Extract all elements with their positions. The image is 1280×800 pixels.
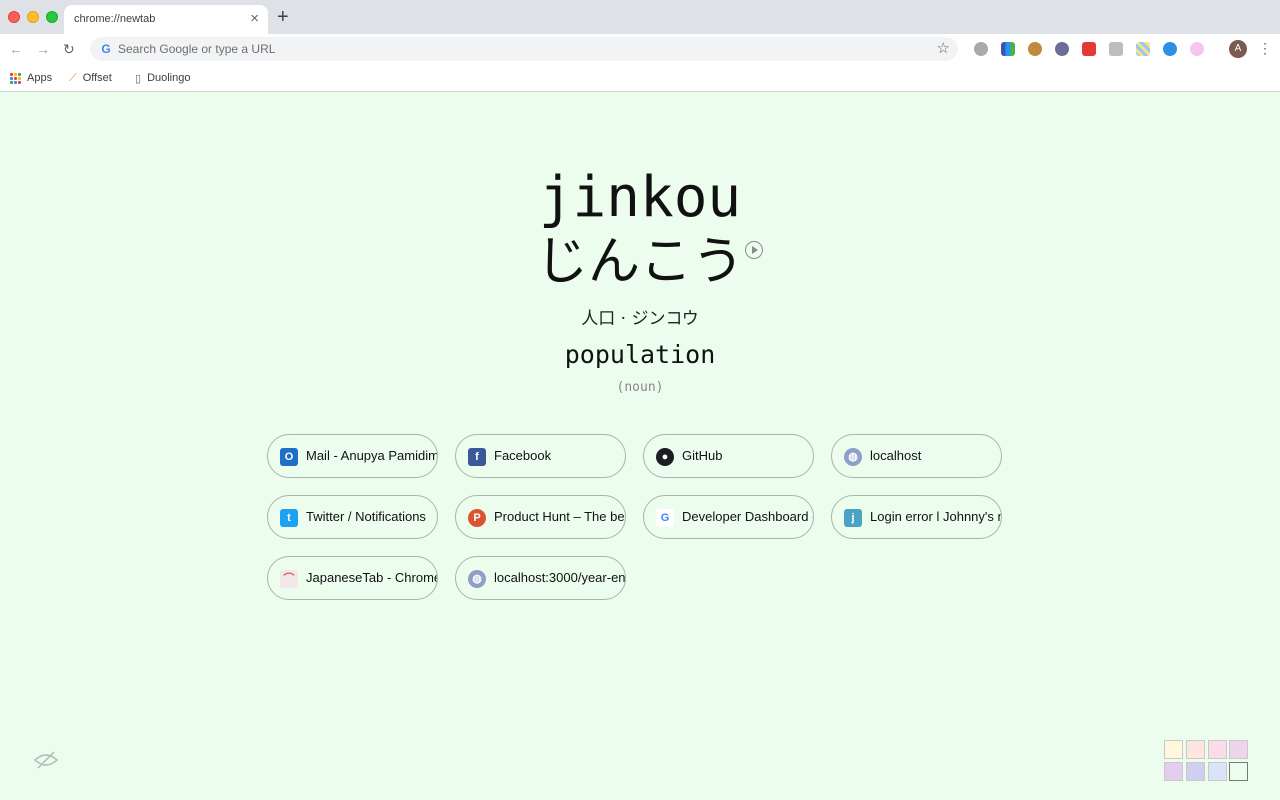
shortcut-label: Facebook [494, 448, 552, 463]
shortcut-label: Product Hunt – The best new products [494, 509, 625, 524]
active-tab[interactable]: chrome://newtab × [64, 5, 268, 34]
shortcut-label: localhost:3000/year-end-review [494, 570, 626, 585]
google-icon: G [656, 509, 674, 527]
tab-title: chrome://newtab [74, 13, 156, 25]
shortcut-tile[interactable]: G Developer Dashboard - Chrome [643, 495, 814, 539]
shortcut-label: GitHub [682, 448, 723, 463]
window-minimize-button[interactable] [27, 11, 39, 23]
word-kana: じんこう [535, 232, 744, 292]
twitter-icon: t [280, 509, 298, 527]
color-swatch[interactable] [1186, 740, 1205, 759]
extension-circle-icon[interactable] [1190, 42, 1204, 56]
word-meaning: population [564, 340, 716, 369]
extension-grid-icon[interactable] [1136, 42, 1150, 56]
shortcut-tile[interactable]: t Twitter / Notifications [267, 495, 438, 539]
color-swatch[interactable] [1186, 762, 1205, 781]
shortcut-tile[interactable]: ⌒ JapaneseTab - Chrome Web Store [267, 556, 438, 600]
bookmark-apps[interactable]: Apps [10, 70, 52, 86]
producthunt-icon: P [468, 509, 486, 527]
bookmark-label: Apps [27, 72, 53, 84]
play-audio-icon[interactable] [745, 241, 763, 259]
shortcut-tile[interactable]: ◍ localhost:3000/year-end-review [455, 556, 626, 600]
tab-strip: chrome://newtab × + [0, 0, 1280, 34]
color-swatch[interactable] [1164, 740, 1183, 759]
word-kanji-katakana: 人口 · ジンコウ [581, 309, 699, 329]
shortcut-tile[interactable]: ◍ localhost [831, 434, 1002, 478]
color-swatch-selected[interactable] [1229, 762, 1248, 781]
new-tab-icon[interactable]: + [277, 7, 289, 27]
tab-close-icon[interactable]: × [250, 11, 259, 26]
color-swatch[interactable] [1208, 762, 1227, 781]
extension-cookie-icon[interactable] [1028, 42, 1042, 56]
shortcut-label: Twitter / Notifications [306, 509, 426, 524]
word-part-of-speech: (noun) [616, 380, 664, 395]
bookmark-label: Offset [82, 72, 112, 84]
reload-icon[interactable]: ↻ [63, 39, 75, 59]
shortcut-tile[interactable]: P Product Hunt – The best new products [455, 495, 626, 539]
shortcut-tile[interactable]: j Login error l Johnny's notes [831, 495, 1002, 539]
omnibox[interactable]: G ☆ [90, 37, 958, 61]
shortcut-label: JapaneseTab - Chrome Web Store [306, 570, 438, 585]
color-swatch[interactable] [1164, 762, 1183, 781]
shortcut-tile[interactable]: f Facebook [455, 434, 626, 478]
bookmark-offset[interactable]: ⟋ Offset [69, 70, 112, 86]
bookmarks-bar: Apps ⟋ Offset ▯ Duolingo [0, 64, 1280, 92]
window-close-button[interactable] [8, 11, 20, 23]
profile-avatar[interactable]: A [1229, 40, 1247, 58]
extension-network-icon[interactable] [1163, 42, 1177, 56]
forward-arrow-icon[interactable]: → [36, 39, 50, 59]
shortcut-label: Mail - Anupya Pamidimukkala [306, 448, 438, 463]
outlook-icon: O [280, 448, 298, 466]
page-icon: ▯ [135, 72, 142, 85]
browser-toolbar: ← → ↻ G ☆ A ⋮ [0, 34, 1280, 64]
window-maximize-button[interactable] [46, 11, 58, 23]
extension-cbx-icon[interactable] [1109, 42, 1123, 56]
google-icon: G [101, 42, 111, 56]
rainbow-icon: ⌒ [280, 570, 298, 588]
address-input[interactable] [118, 41, 918, 57]
extension-todoist-icon[interactable] [1082, 42, 1096, 56]
apps-grid-icon [10, 72, 21, 84]
eye-off-icon[interactable] [34, 750, 58, 770]
shortcut-label: localhost [870, 448, 922, 463]
extension-m-icon[interactable] [974, 42, 988, 56]
shortcut-tile[interactable]: O Mail - Anupya Pamidimukkala [267, 434, 438, 478]
bookmark-duolingo[interactable]: ▯ Duolingo [135, 70, 190, 86]
facebook-icon: f [468, 448, 486, 466]
theme-color-picker [1164, 740, 1248, 781]
bookmark-star-icon[interactable]: ☆ [937, 40, 950, 57]
github-icon: ● [656, 448, 674, 466]
info-icon: j [844, 509, 862, 527]
extension-bar-chart-icon[interactable] [1001, 42, 1015, 56]
globe-icon: ◍ [844, 448, 862, 466]
color-swatch[interactable] [1208, 740, 1227, 759]
color-swatch[interactable] [1229, 740, 1248, 759]
shortcut-label: Developer Dashboard - Chrome [682, 509, 813, 524]
offset-icon: ⟋ [69, 71, 77, 84]
extension-robot-icon[interactable] [1055, 42, 1069, 56]
bookmark-label: Duolingo [147, 72, 191, 84]
menu-dots-icon[interactable]: ⋮ [1258, 40, 1272, 56]
word-romaji: jinkou [538, 165, 742, 230]
globe-icon: ◍ [468, 570, 486, 588]
back-arrow-icon[interactable]: ← [9, 39, 23, 59]
shortcut-label: Login error l Johnny's notes [870, 509, 1001, 524]
shortcut-tile[interactable]: ● GitHub [643, 434, 814, 478]
